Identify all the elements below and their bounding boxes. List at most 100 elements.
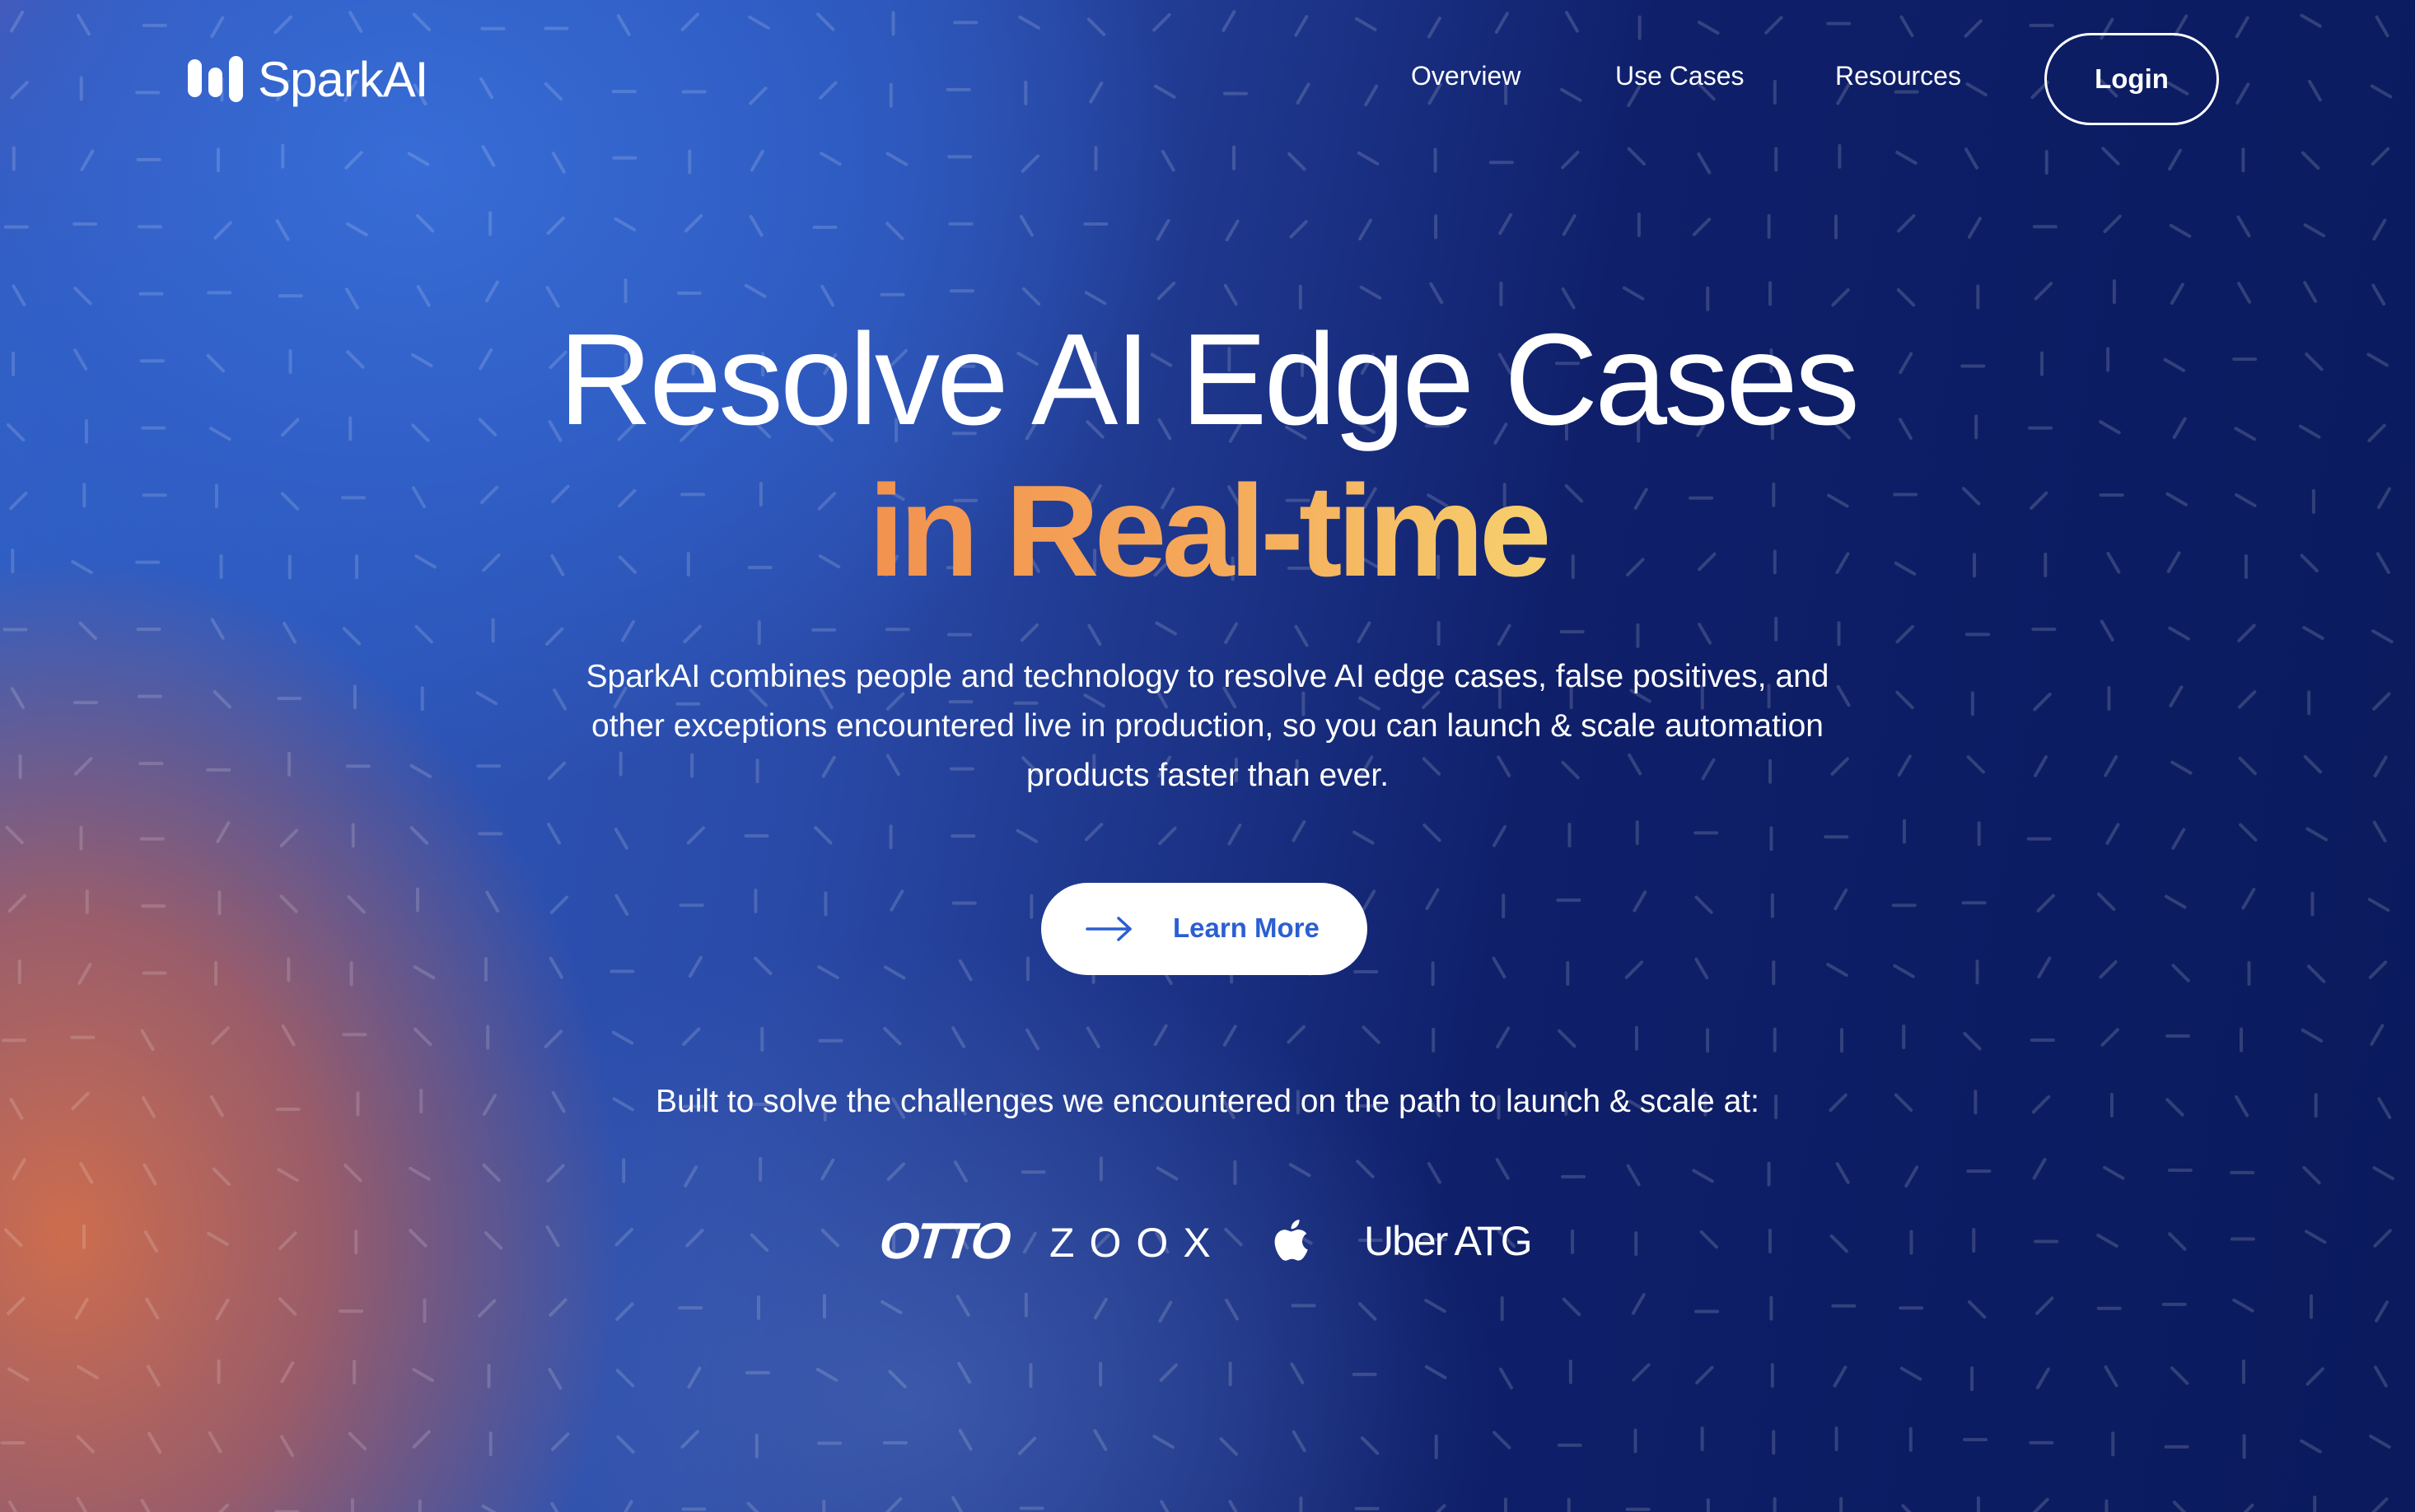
pattern-dash [208,1431,222,1454]
pattern-dash [2372,1166,2394,1181]
pattern-dash [684,213,703,233]
pattern-dash [817,965,839,980]
otto-logo: OTTO [876,1213,1011,1270]
pattern-dash [2305,827,2328,842]
pattern-dash [416,285,431,307]
pattern-dash [1359,285,1382,300]
pattern-dash [2303,223,2326,238]
pattern-dash [686,826,706,845]
pattern-dash [7,894,26,913]
hero-headline-line1: Resolve AI Edge Cases [558,307,1860,452]
pattern-dash [1290,1362,1305,1384]
pattern-dash [2368,960,2388,979]
pattern-dash [616,1435,635,1454]
pattern-dash [2302,626,2324,641]
pattern-dash [1156,218,1170,241]
pattern-dash [951,1026,966,1048]
pattern-dash [2369,1434,2391,1449]
pattern-dash [548,1367,563,1390]
pattern-dash [1966,755,1985,774]
pattern-dash [545,286,560,308]
pattern-dash [215,1298,230,1321]
pattern-dash [1624,960,1644,979]
pattern-dash [2164,894,2187,909]
pattern-dash [2100,619,2114,642]
nav-link-resources[interactable]: Resources [1835,61,1961,91]
pattern-dash [211,1026,230,1045]
pattern-dash [2301,1028,2324,1043]
pattern-dash [1223,283,1238,306]
learn-more-button[interactable]: Learn More [1041,883,1367,975]
pattern-dash [749,214,764,237]
login-button[interactable]: Login [2044,33,2219,125]
pattern-dash [1360,1436,1380,1455]
pattern-dash [2099,960,2118,979]
pattern-dash [1225,219,1240,242]
pattern-dash [820,284,835,307]
apple-icon [1274,1220,1308,1261]
landing-page: SparkAI Overview Use Cases Resources Log… [0,0,2415,1512]
pattern-dash [1497,623,1511,646]
sparkai-logo[interactable]: SparkAI [188,51,428,108]
pattern-dash [2036,894,2055,912]
pattern-dash [1158,826,1177,846]
nav-link-use-cases[interactable]: Use Cases [1615,61,1745,91]
pattern-dash [1901,1504,1912,1512]
pattern-dash [614,217,637,231]
pattern-dash [1358,1302,1377,1321]
pattern-dash [1093,1297,1108,1320]
pattern-dash [2168,626,2190,641]
pattern-dash [615,1369,635,1388]
pattern-dash [1093,1429,1108,1451]
pattern-dash [2037,956,2052,979]
pattern-dash [344,287,359,310]
pattern-dash [1633,890,1647,912]
pattern-dash [1422,823,1441,842]
pattern-dash [2097,892,2116,912]
pattern-dash [1492,825,1506,847]
pattern-dash [484,280,499,303]
pattern-dash [2375,1300,2389,1323]
pattern-dash [820,1158,835,1181]
pattern-dash [2307,964,2326,983]
pattern-dash [482,1163,501,1183]
pattern-dash [1084,291,1107,306]
pattern-dash [1831,287,1850,307]
pattern-dash [1835,1162,1850,1184]
pattern-dash [885,1497,903,1512]
pattern-dash [814,826,833,845]
pattern-dash [76,1435,95,1454]
pattern-dash [1222,1024,1237,1047]
pattern-dash [1019,215,1034,237]
pattern-dash [958,959,973,982]
pattern-dash [1561,287,1576,310]
nav-link-overview[interactable]: Overview [1411,61,1520,91]
pattern-dash [957,1361,972,1384]
pattern-dash [280,1360,295,1384]
pattern-dash [684,1165,698,1188]
pattern-dash [78,621,97,641]
pattern-dash [12,284,26,306]
pattern-dash [2303,754,2323,774]
pattern-dash [744,283,767,298]
pattern-dash [2372,692,2391,711]
pattern-dash [1498,212,1513,236]
pattern-dash [1425,888,1440,911]
pattern-dash [2237,282,2252,304]
pattern-dash [549,1298,568,1317]
pattern-dash [1427,1162,1441,1184]
pattern-dash [1155,621,1177,636]
pattern-dash [1495,1158,1510,1180]
pattern-dash [883,1026,902,1046]
hero-headline-line2: in Real-time [0,466,2415,596]
pattern-dash [1287,1024,1306,1044]
pattern-dash [478,1299,497,1318]
pattern-dash [2305,1367,2324,1386]
pattern-dash [888,1370,907,1388]
pattern-dash [1895,624,1914,644]
pattern-dash [277,1168,299,1183]
pattern-dash [2232,1298,2254,1313]
pattern-dash [2241,888,2256,910]
pattern-dash [545,627,564,646]
pattern-dash [2169,223,2192,238]
